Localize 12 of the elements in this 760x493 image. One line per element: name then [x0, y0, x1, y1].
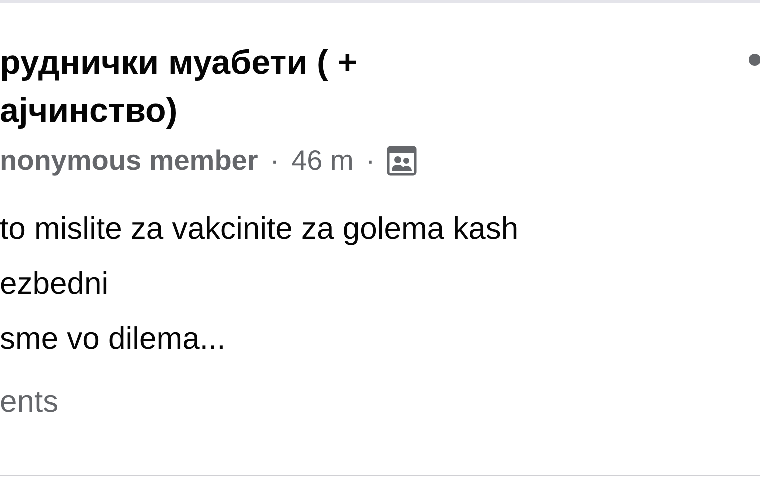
- post-text: to mislite za vakcinite za golema kash: [0, 210, 519, 248]
- post-text: ezbedni: [0, 265, 109, 303]
- separator: ·: [270, 145, 280, 177]
- post-time[interactable]: 46 m: [292, 145, 354, 177]
- group-privacy-icon: [387, 146, 418, 176]
- separator: ·: [366, 145, 376, 177]
- more-icon[interactable]: [748, 53, 760, 67]
- comments-link[interactable]: ents: [0, 384, 59, 420]
- post-text: sme vo dilema...: [0, 320, 226, 358]
- group-title[interactable]: руднички муабети ( +: [0, 39, 358, 87]
- group-title[interactable]: ајчинство): [0, 87, 178, 135]
- author-name: nonymous member: [0, 145, 258, 177]
